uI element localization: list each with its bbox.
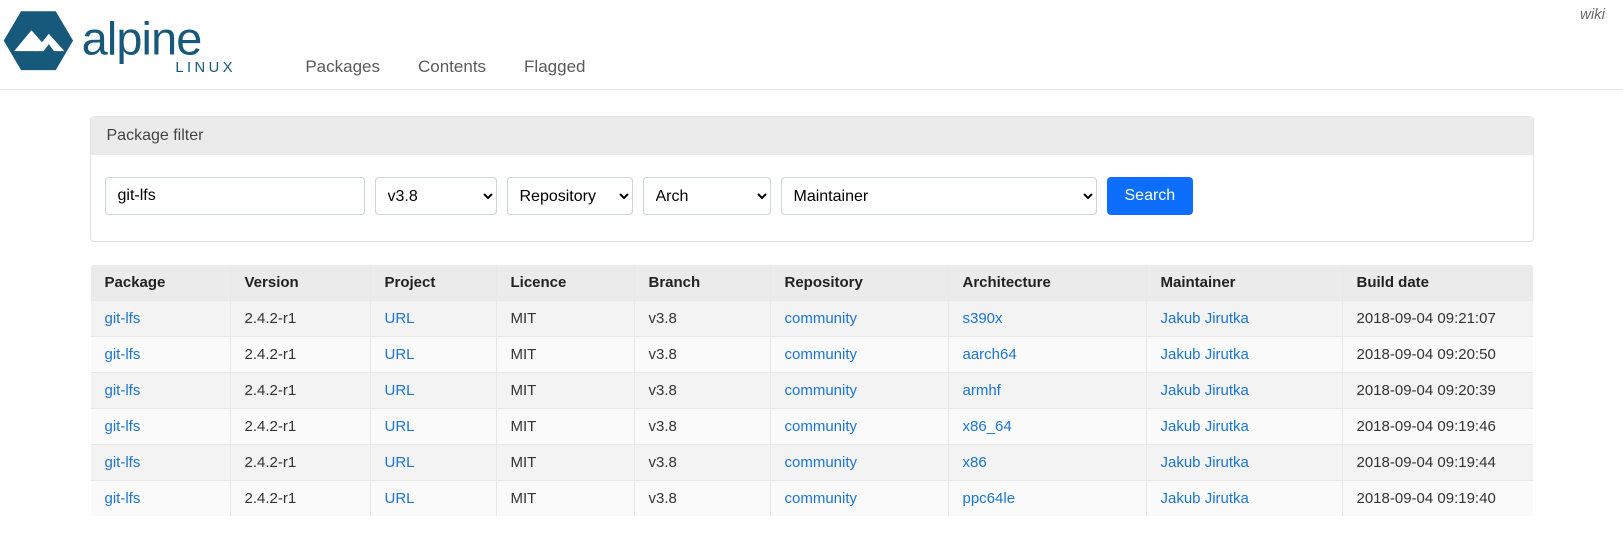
package-link[interactable]: git-lfs <box>105 310 141 327</box>
th-licence: Licence <box>496 265 634 301</box>
project-link[interactable]: URL <box>385 346 415 363</box>
cell-branch: v3.8 <box>634 445 770 481</box>
repository-link[interactable]: community <box>785 418 858 435</box>
cell-version: 2.4.2-r1 <box>230 481 370 517</box>
architecture-link[interactable]: x86 <box>963 454 987 471</box>
table-row: git-lfs 2.4.2-r1 URL MITv3.8 community ppc64l… <box>90 481 1533 517</box>
nav-packages[interactable]: Packages <box>305 57 380 77</box>
project-link[interactable]: URL <box>385 310 415 327</box>
cell-version: 2.4.2-r1 <box>230 445 370 481</box>
table-header-row: Package Version Project Licence Branch R… <box>90 265 1533 301</box>
alpine-linux-logo-icon: alpine LINUX <box>2 6 279 84</box>
maintainer-select[interactable]: Maintainer <box>781 177 1097 215</box>
project-link[interactable]: URL <box>385 382 415 399</box>
svg-text:alpine: alpine <box>82 13 202 65</box>
repository-link[interactable]: community <box>785 454 858 471</box>
th-build-date: Build date <box>1342 265 1533 301</box>
architecture-link[interactable]: armhf <box>963 382 1001 399</box>
cell-build-date: 2018-09-04 09:20:39 <box>1342 373 1533 409</box>
main-nav: Packages Contents Flagged <box>305 57 585 89</box>
cell-licence: MIT <box>496 373 634 409</box>
th-maintainer: Maintainer <box>1146 265 1342 301</box>
package-link[interactable]: git-lfs <box>105 418 141 435</box>
table-row: git-lfs 2.4.2-r1 URL MITv3.8 community x86 Jak… <box>90 445 1533 481</box>
cell-branch: v3.8 <box>634 373 770 409</box>
maintainer-link[interactable]: Jakub Jirutka <box>1161 310 1249 327</box>
repository-link[interactable]: community <box>785 490 858 507</box>
maintainer-link[interactable]: Jakub Jirutka <box>1161 490 1249 507</box>
package-link[interactable]: git-lfs <box>105 454 141 471</box>
project-link[interactable]: URL <box>385 418 415 435</box>
cell-build-date: 2018-09-04 09:19:46 <box>1342 409 1533 445</box>
maintainer-link[interactable]: Jakub Jirutka <box>1161 418 1249 435</box>
filter-panel-title: Package filter <box>91 117 1533 155</box>
page-content: Package filter v3.8 Repository Arch Main… <box>90 116 1534 517</box>
table-row: git-lfs 2.4.2-r1 URL MITv3.8 community x86_64… <box>90 409 1533 445</box>
project-link[interactable]: URL <box>385 454 415 471</box>
cell-build-date: 2018-09-04 09:20:50 <box>1342 337 1533 373</box>
repository-link[interactable]: community <box>785 310 858 327</box>
cell-version: 2.4.2-r1 <box>230 301 370 337</box>
architecture-link[interactable]: s390x <box>963 310 1003 327</box>
cell-branch: v3.8 <box>634 481 770 517</box>
th-repository: Repository <box>770 265 948 301</box>
maintainer-link[interactable]: Jakub Jirutka <box>1161 454 1249 471</box>
topbar: alpine LINUX Packages Contents Flagged w… <box>0 0 1623 90</box>
cell-branch: v3.8 <box>634 301 770 337</box>
th-package: Package <box>90 265 230 301</box>
logo[interactable]: alpine LINUX <box>0 4 279 84</box>
project-link[interactable]: URL <box>385 490 415 507</box>
maintainer-link[interactable]: Jakub Jirutka <box>1161 382 1249 399</box>
search-button[interactable]: Search <box>1107 177 1194 215</box>
repository-select[interactable]: Repository <box>507 177 633 215</box>
cell-licence: MIT <box>496 301 634 337</box>
nav-contents[interactable]: Contents <box>418 57 486 77</box>
svg-text:LINUX: LINUX <box>175 60 236 76</box>
repository-link[interactable]: community <box>785 382 858 399</box>
arch-select[interactable]: Arch <box>643 177 771 215</box>
package-link[interactable]: git-lfs <box>105 382 141 399</box>
cell-branch: v3.8 <box>634 409 770 445</box>
architecture-link[interactable]: aarch64 <box>963 346 1017 363</box>
cell-licence: MIT <box>496 337 634 373</box>
filter-row: v3.8 Repository Arch Maintainer Search <box>91 155 1533 241</box>
architecture-link[interactable]: x86_64 <box>963 418 1012 435</box>
th-branch: Branch <box>634 265 770 301</box>
cell-version: 2.4.2-r1 <box>230 337 370 373</box>
architecture-link[interactable]: ppc64le <box>963 490 1016 507</box>
packages-table: Package Version Project Licence Branch R… <box>90 264 1534 517</box>
cell-licence: MIT <box>496 409 634 445</box>
branch-select[interactable]: v3.8 <box>375 177 497 215</box>
table-row: git-lfs 2.4.2-r1 URL MITv3.8 community aarch6… <box>90 337 1533 373</box>
cell-build-date: 2018-09-04 09:19:44 <box>1342 445 1533 481</box>
cell-build-date: 2018-09-04 09:21:07 <box>1342 301 1533 337</box>
package-name-input[interactable] <box>105 177 365 215</box>
filter-panel: Package filter v3.8 Repository Arch Main… <box>90 116 1534 242</box>
wiki-link[interactable]: wiki <box>1580 6 1605 23</box>
th-project: Project <box>370 265 496 301</box>
cell-branch: v3.8 <box>634 337 770 373</box>
cell-version: 2.4.2-r1 <box>230 409 370 445</box>
th-version: Version <box>230 265 370 301</box>
repository-link[interactable]: community <box>785 346 858 363</box>
table-row: git-lfs 2.4.2-r1 URL MITv3.8 community armhf J… <box>90 373 1533 409</box>
th-architecture: Architecture <box>948 265 1146 301</box>
cell-licence: MIT <box>496 481 634 517</box>
table-row: git-lfs 2.4.2-r1 URL MITv3.8 community s390x J… <box>90 301 1533 337</box>
cell-build-date: 2018-09-04 09:19:40 <box>1342 481 1533 517</box>
cell-version: 2.4.2-r1 <box>230 373 370 409</box>
cell-licence: MIT <box>496 445 634 481</box>
package-link[interactable]: git-lfs <box>105 346 141 363</box>
nav-flagged[interactable]: Flagged <box>524 57 585 77</box>
package-link[interactable]: git-lfs <box>105 490 141 507</box>
maintainer-link[interactable]: Jakub Jirutka <box>1161 346 1249 363</box>
